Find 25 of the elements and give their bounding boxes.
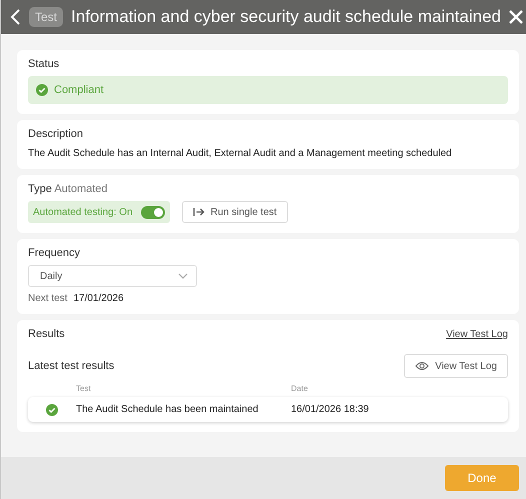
description-text: The Audit Schedule has an Internal Audit, External Audit and a Management meeting scheduled [28, 148, 453, 160]
latest-results-heading: Latest test results [28, 360, 114, 372]
next-test-date: 17/01/2026 [73, 293, 124, 304]
date-cell-text: 16/01/2026 18:39 [291, 404, 370, 416]
type-text: Type Automated [28, 183, 109, 196]
test-name-cell-text: The Audit Schedule has been maintained [76, 404, 260, 416]
frequency-select[interactable]: Daily [28, 265, 197, 288]
view-test-log-link[interactable]: View Test Log [446, 328, 508, 340]
column-header: Date [291, 384, 309, 394]
status-label: Status [28, 58, 60, 70]
panel-title: Information and cyber security audit schedule maintained [71, 7, 501, 28]
arrow-to-right-icon [192, 207, 205, 218]
back-button[interactable] [9, 8, 21, 26]
run-test-button[interactable]: Run single test [182, 201, 288, 224]
frequency-label: Frequency [28, 247, 81, 260]
chevron-down-icon [178, 273, 188, 280]
description-label: Description [28, 128, 84, 140]
column-header: Test [76, 384, 92, 394]
eye-icon [415, 361, 430, 372]
close-button[interactable] [508, 10, 523, 24]
type-badge: Test [29, 7, 64, 28]
results-label: Results [28, 328, 65, 340]
view-test-log-button[interactable]: View Test Log [404, 354, 508, 378]
next-test-label: Next test [28, 293, 68, 304]
status-value: Compliant [54, 84, 104, 96]
